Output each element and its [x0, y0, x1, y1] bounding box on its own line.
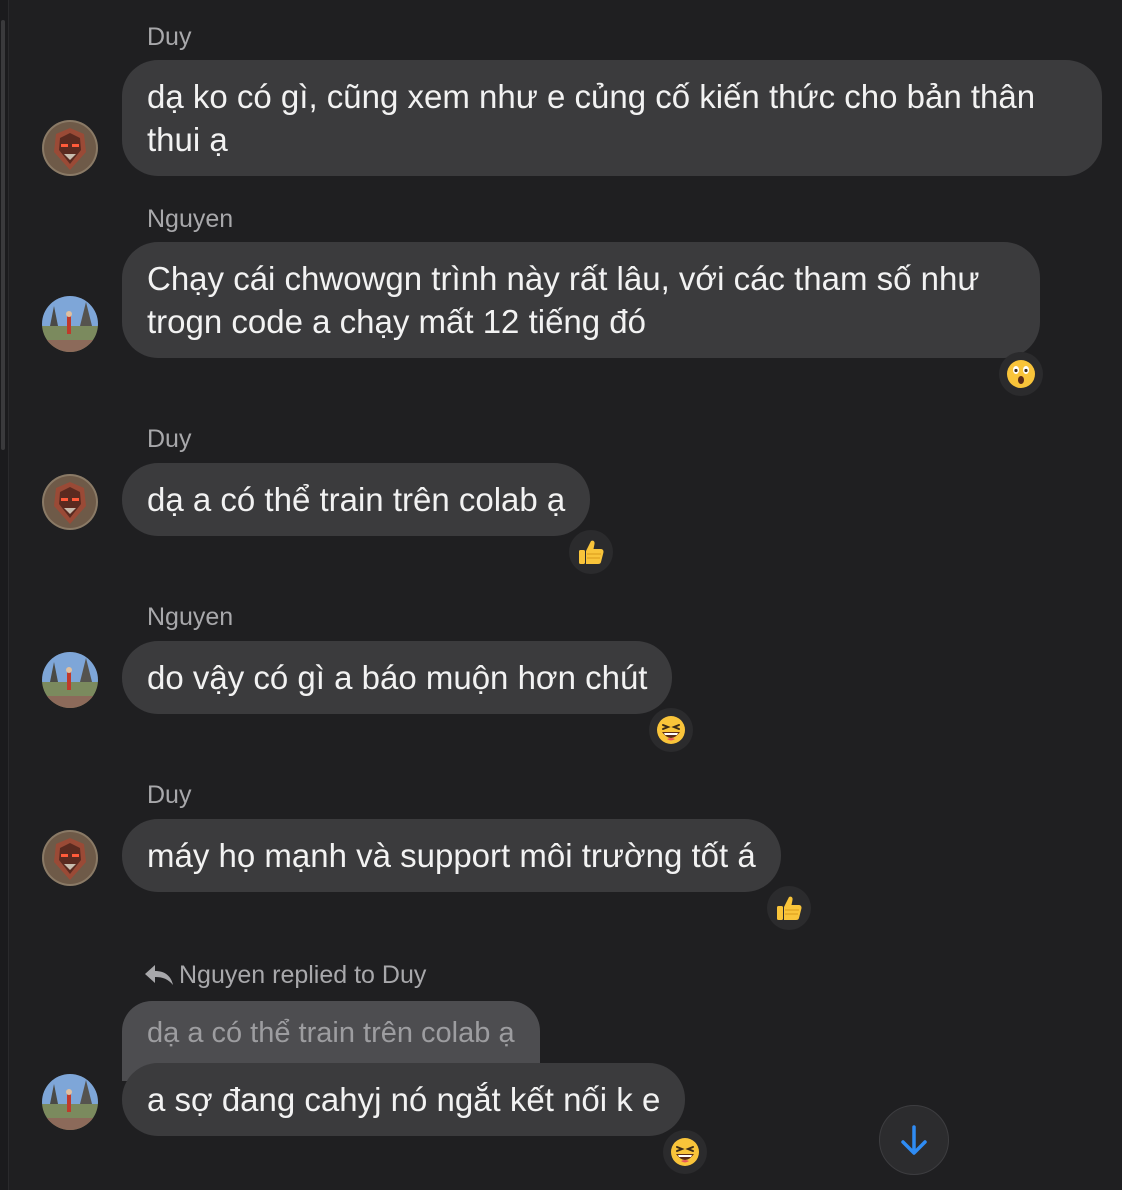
- arrow-down-icon: [901, 1125, 927, 1155]
- sender-name: Duy: [147, 425, 192, 453]
- reply-label: Nguyen replied to Duy: [143, 960, 426, 990]
- thumbs-up-icon: [777, 896, 802, 920]
- sender-name: Duy: [147, 781, 192, 809]
- sender-name: Nguyen: [147, 603, 234, 631]
- message-bubble[interactable]: dạ a có thể train trên colab ạ: [122, 463, 591, 536]
- park-avatar-icon: [42, 652, 98, 708]
- chat-thread[interactable]: Duy dạ ko có gì, cũng xem như e củng cố …: [0, 0, 1122, 1190]
- astonished-face-icon: [1007, 360, 1035, 388]
- message-bubble[interactable]: a sợ đang cahyj nó ngắt kết nối k e: [122, 1063, 686, 1136]
- message-bubble[interactable]: Chạy cái chwowgn trình này rất lâu, với …: [122, 242, 1040, 358]
- sender-avatar[interactable]: [42, 1074, 98, 1130]
- thumbs-up-icon: [579, 540, 604, 564]
- sender-name: Duy: [147, 23, 192, 51]
- message-bubble[interactable]: máy họ mạnh và support môi trường tốt á: [122, 819, 781, 892]
- reaction-badge[interactable]: [663, 1130, 707, 1174]
- robot-avatar-icon: [42, 830, 98, 886]
- robot-avatar-icon: [42, 120, 98, 176]
- left-panel-edge: [0, 0, 9, 1190]
- laughing-face-icon: [657, 716, 685, 744]
- reply-arrow-icon: [143, 963, 175, 987]
- reaction-badge[interactable]: [569, 530, 613, 574]
- reply-label-text: Nguyen replied to Duy: [179, 961, 427, 989]
- robot-avatar-icon: [42, 474, 98, 530]
- scrollbar-thumb[interactable]: [1, 20, 5, 450]
- sender-avatar[interactable]: [42, 652, 98, 708]
- message-bubble[interactable]: do vậy có gì a báo muộn hơn chút: [122, 641, 673, 714]
- sender-avatar[interactable]: [42, 474, 98, 530]
- reaction-badge[interactable]: [999, 352, 1043, 396]
- reaction-badge[interactable]: [767, 886, 811, 930]
- sender-avatar[interactable]: [42, 830, 98, 886]
- message-bubble[interactable]: dạ ko có gì, cũng xem như e củng cố kiến…: [122, 60, 1102, 176]
- park-avatar-icon: [42, 296, 98, 352]
- reaction-badge[interactable]: [649, 708, 693, 752]
- sender-avatar[interactable]: [42, 296, 98, 352]
- sender-avatar[interactable]: [42, 120, 98, 176]
- scroll-to-bottom-button[interactable]: [879, 1105, 949, 1175]
- laughing-face-icon: [671, 1138, 699, 1166]
- sender-name: Nguyen: [147, 205, 234, 233]
- park-avatar-icon: [42, 1074, 98, 1130]
